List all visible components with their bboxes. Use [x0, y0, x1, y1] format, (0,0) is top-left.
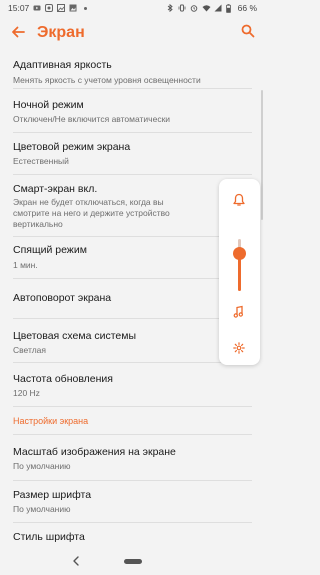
- bluetooth-icon: [166, 3, 174, 13]
- status-left: 15:07: [8, 3, 89, 13]
- dot-icon: [81, 4, 89, 12]
- divider: [13, 278, 252, 279]
- divider: [13, 132, 252, 133]
- status-right: 66 %: [166, 3, 257, 13]
- status-time: 15:07: [8, 3, 30, 13]
- setting-refresh-rate[interactable]: Частота обновления 120 Hz: [0, 368, 265, 402]
- ringer-mode-button[interactable]: [230, 191, 248, 209]
- navigation-bar: [0, 548, 265, 575]
- setting-title: Цветовой режим экрана: [13, 141, 131, 153]
- setting-title: Смарт-экран вкл.: [13, 183, 98, 195]
- divider: [13, 480, 252, 481]
- setting-title: Размер шрифта: [13, 489, 92, 501]
- sound-settings-button[interactable]: [230, 339, 248, 357]
- divider: [13, 522, 252, 523]
- setting-title: Масштаб изображения на экране: [13, 446, 176, 458]
- setting-font-size[interactable]: Размер шрифта По умолчанию: [0, 484, 265, 518]
- setting-summary-line: вертикально: [13, 219, 63, 229]
- vibrate-icon: [178, 4, 186, 12]
- setting-summary: Отключен/Не включится автоматически: [13, 114, 171, 124]
- page-title: Экран: [37, 24, 85, 41]
- search-button[interactable]: [239, 22, 257, 40]
- youtube-icon: [33, 4, 41, 12]
- setting-color-mode[interactable]: Цветовой режим экрана Естественный: [0, 138, 265, 172]
- gallery-icon: [57, 4, 66, 12]
- divider: [13, 434, 252, 435]
- setting-adaptive-brightness[interactable]: Адаптивная яркость Менять яркость с учет…: [0, 56, 265, 90]
- image-icon: [69, 4, 77, 12]
- setting-title: Ночной режим: [13, 99, 84, 111]
- setting-font-style[interactable]: Стиль шрифта: [0, 526, 265, 548]
- setting-summary-line: Экран не будет отключаться, когда вы: [13, 197, 164, 207]
- battery-icon: [225, 4, 234, 13]
- divider: [13, 236, 252, 237]
- media-volume-button[interactable]: [230, 303, 248, 321]
- setting-title: Адаптивная яркость: [13, 59, 112, 71]
- volume-slider-knob[interactable]: [233, 247, 246, 261]
- music-note-icon: [233, 305, 244, 318]
- notification-icon: [45, 4, 54, 12]
- bell-icon: [233, 193, 245, 206]
- setting-summary: 1 мин.: [13, 260, 38, 270]
- back-button[interactable]: [9, 23, 27, 41]
- divider: [13, 406, 252, 407]
- wifi-icon: [202, 4, 211, 12]
- setting-summary: Менять яркость с учетом уровня освещенно…: [13, 75, 201, 85]
- nav-home-pill[interactable]: [124, 559, 142, 564]
- search-icon: [241, 24, 255, 38]
- app-toolbar: Экран: [0, 16, 265, 50]
- battery-percent: 66 %: [237, 3, 257, 13]
- setting-summary: Естественный: [13, 156, 69, 166]
- divider: [13, 88, 252, 89]
- setting-summary: Светлая: [13, 345, 46, 355]
- setting-summary: По умолчанию: [13, 504, 71, 514]
- setting-title: Стиль шрифта: [13, 531, 85, 543]
- scrollbar[interactable]: [261, 90, 263, 220]
- divider: [13, 318, 252, 319]
- setting-summary-line: смотрите на него и держите устройство: [13, 208, 170, 218]
- setting-title: Автоповорот экрана: [13, 292, 112, 304]
- signal-icon: [214, 4, 222, 12]
- setting-title: Спящий режим: [13, 244, 87, 256]
- divider: [13, 362, 252, 363]
- status-bar: 15:07 66 %: [0, 0, 265, 16]
- back-arrow-icon: [12, 26, 25, 38]
- setting-summary: По умолчанию: [13, 461, 71, 471]
- nav-back-icon[interactable]: [72, 556, 80, 566]
- gear-icon: [233, 342, 245, 354]
- alarm-icon: [190, 4, 198, 12]
- volume-panel: [219, 179, 260, 365]
- divider: [13, 174, 252, 175]
- section-header: Настройки экрана: [13, 416, 89, 426]
- setting-display-size[interactable]: Масштаб изображения на экране По умолчан…: [0, 440, 265, 474]
- setting-title: Частота обновления: [13, 373, 113, 385]
- setting-title: Цветовая схема системы: [13, 330, 137, 342]
- setting-night-mode[interactable]: Ночной режим Отключен/Не включится автом…: [0, 94, 265, 128]
- setting-summary: 120 Hz: [13, 388, 40, 398]
